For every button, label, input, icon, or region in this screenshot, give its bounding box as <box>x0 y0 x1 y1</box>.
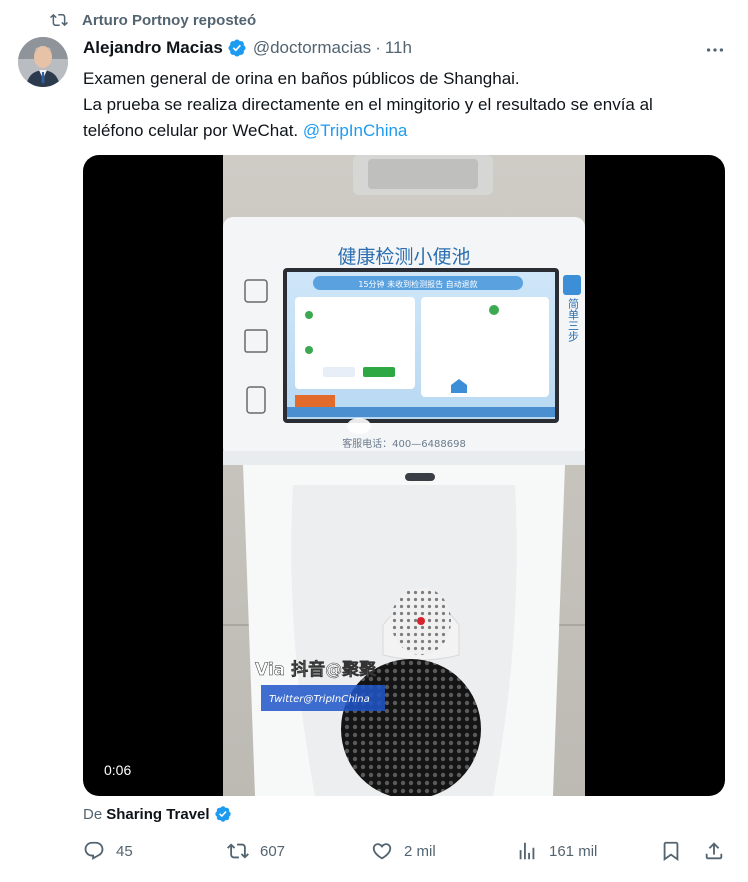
tweet-text: Examen general de orina en baños público… <box>83 66 733 144</box>
video-timestamp: 0:06 <box>104 762 132 778</box>
repost-icon <box>227 843 249 859</box>
reply-icon <box>84 841 104 860</box>
author-handle[interactable]: @doctormacias <box>253 38 371 58</box>
side-text: 简单三步 <box>567 297 580 342</box>
reply-button[interactable]: 45 <box>83 840 133 862</box>
phone-number: 客服电话：400—6488698 <box>342 437 466 450</box>
repost-indicator[interactable]: Arturo Portnoy reposteó <box>50 11 256 29</box>
share-icon <box>705 842 723 860</box>
author-name[interactable]: Alejandro Macias <box>83 38 223 58</box>
watermark-twitter: Twitter@TripInChina <box>269 694 370 705</box>
more-icon <box>706 48 724 52</box>
repost-count: 607 <box>260 842 286 860</box>
share-button[interactable] <box>703 840 725 862</box>
repost-icon <box>50 13 68 27</box>
repost-button[interactable]: 607 <box>227 840 285 862</box>
video-frame: 健康检测小便池 15分钟 未收到检测报告 自动退款 简单三步 客服电话：400—… <box>223 155 585 796</box>
like-button[interactable]: 2 mil <box>371 840 436 862</box>
views-icon <box>519 842 535 860</box>
tweet-text-line: teléfono celular por WeChat. <box>83 121 299 140</box>
watermark-via: Via 抖音@聚聚 <box>255 659 377 680</box>
mention-link[interactable]: @TripInChina <box>303 121 408 140</box>
bookmark-icon <box>663 841 679 862</box>
source-prefix: De <box>83 805 103 823</box>
tweet-text-line: La prueba se realiza directamente en el … <box>83 95 653 114</box>
like-count: 2 mil <box>404 842 436 860</box>
more-options-button[interactable] <box>703 38 727 62</box>
repost-text: Arturo Portnoy reposteó <box>82 11 257 29</box>
heart-icon <box>372 843 392 860</box>
view-count: 161 mil <box>549 842 598 860</box>
verified-badge-icon <box>228 39 246 57</box>
separator: · <box>375 38 381 57</box>
tweet-text-line: Examen general de orina en baños público… <box>83 69 520 88</box>
reply-count: 45 <box>116 842 133 860</box>
tweet-text-line: teléfono celular por WeChat. @TripInChin… <box>83 118 733 144</box>
source-name[interactable]: Sharing Travel <box>106 806 209 823</box>
video-source: De Sharing Travel <box>83 805 232 823</box>
tweet-header: Alejandro Macias @doctormacias · 11h <box>83 38 412 58</box>
action-bar: 45 607 2 mil 161 mil <box>0 840 748 866</box>
screen-banner: 15分钟 未收到检测报告 自动退款 <box>358 279 477 289</box>
views-button[interactable]: 161 mil <box>516 840 597 862</box>
tweet-time[interactable]: 11h <box>385 38 412 58</box>
bookmark-button[interactable] <box>660 840 682 862</box>
verified-badge-icon <box>214 806 231 822</box>
avatar[interactable] <box>18 37 68 87</box>
screen-title: 健康检测小便池 <box>337 246 470 268</box>
video-player[interactable]: 健康检测小便池 15分钟 未收到检测报告 自动退款 简单三步 客服电话：400—… <box>83 155 725 796</box>
